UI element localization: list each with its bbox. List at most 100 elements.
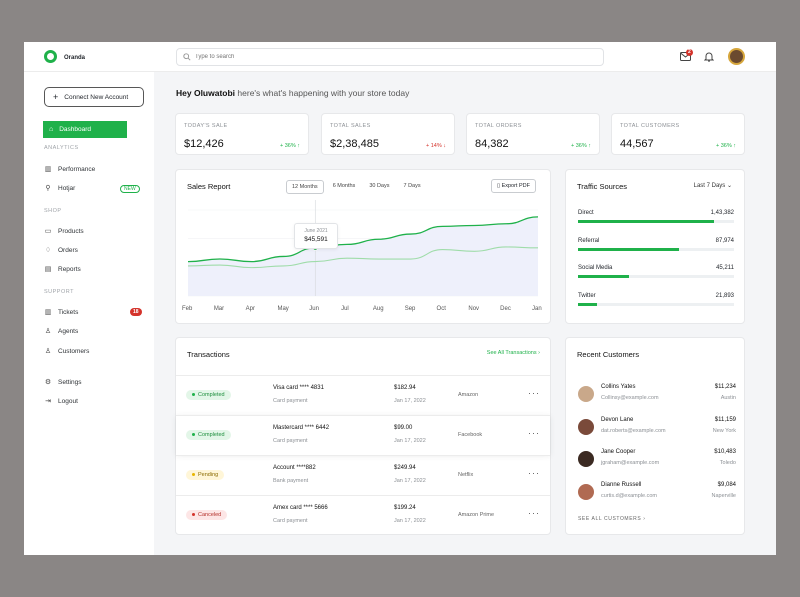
date: Jan 17, 2022 <box>394 478 426 484</box>
customer-name: Collins Yates <box>601 384 636 390</box>
sidebar-item-label: Products <box>58 227 84 235</box>
range-dropdown[interactable]: Last 7 Days ⌄ <box>694 182 732 189</box>
more-icon[interactable]: ··· <box>528 388 540 398</box>
see-all-label: See All Transactions <box>486 350 537 356</box>
traffic-sources-card: Traffic Sources Last 7 Days ⌄ Direct 1,43… <box>565 169 745 324</box>
plus-icon: + <box>53 92 59 102</box>
transactions-card: Transactions See All Transactions › Comp… <box>175 337 551 535</box>
sidebar-item-agents[interactable]: ♙ Agents <box>44 327 78 336</box>
status-label: Completed <box>198 392 225 398</box>
sidebar-item-reports[interactable]: ▤ Reports <box>44 265 81 274</box>
folder-icon: ▭ <box>44 228 52 235</box>
sidebar-item-label: Hotjar <box>58 184 76 192</box>
sidebar-item-orders[interactable]: ♢ Orders <box>44 246 78 255</box>
x-tick-label: Apr <box>245 306 255 312</box>
x-tick-label: Nov <box>468 306 480 312</box>
connect-account-label: Connect New Account <box>64 93 129 101</box>
range-dropdown-label: Last 7 Days <box>693 183 726 189</box>
search-box[interactable] <box>176 48 604 66</box>
stat-change: + 14% ↓ <box>426 143 446 149</box>
list-item[interactable]: Devon Lane dat.roberts@example.com $11,159… <box>578 417 736 447</box>
user-avatar[interactable] <box>728 48 745 65</box>
gear-icon: ⚙ <box>44 379 52 386</box>
x-tick-label: Aug <box>372 306 384 312</box>
more-icon[interactable]: ··· <box>528 468 540 478</box>
sidebar-item-customers[interactable]: ♙ Customers <box>44 347 90 356</box>
sidebar-item-tickets[interactable]: ▥ Tickets <box>44 308 79 317</box>
stat-change: + 36% ↑ <box>716 143 736 149</box>
source-value: 87,974 <box>715 237 734 244</box>
bell-icon: ♢ <box>44 247 52 254</box>
users-icon: ♙ <box>44 348 52 355</box>
customer-city: Toledo <box>719 460 736 466</box>
status-dot <box>192 393 195 397</box>
stat-label: TOTAL SALES <box>330 123 371 129</box>
hotjar-icon: ⚲ <box>45 185 51 192</box>
customer-amount: $11,159 <box>714 416 736 423</box>
table-row[interactable]: Completed Visa card **** 4831 Card payment… <box>176 375 550 415</box>
x-tick-label: Oct <box>436 306 446 312</box>
sidebar-item-performance[interactable]: ▥ Performance <box>44 165 96 174</box>
sidebar-item-logout[interactable]: ⇥ Logout <box>44 397 78 406</box>
list-item[interactable]: Dianne Russell curtis.d@example.com $9,084… <box>578 482 736 512</box>
list-item[interactable]: Jane Cooper jgraham@example.com $10,483 Tol… <box>578 449 736 479</box>
stat-change: + 36% ↑ <box>280 143 300 149</box>
customer-city: New York <box>712 427 736 434</box>
bell-icon[interactable] <box>704 51 714 62</box>
sidebar-item-dashboard[interactable]: ⌂ Dashboard <box>43 121 127 138</box>
table-row[interactable]: Pending Account ****882 Bank payment $249.9… <box>176 455 550 495</box>
greeting-name: Hey Oluwatobi <box>176 88 236 98</box>
stat-value: $2,38,485 <box>330 138 379 150</box>
traffic-sources-title: Traffic Sources <box>577 182 628 191</box>
more-icon[interactable]: ··· <box>528 508 540 518</box>
stat-change-value: + 14% <box>425 143 442 149</box>
new-tag: NEW <box>120 185 140 193</box>
status-dot <box>192 433 195 437</box>
source-bar-track <box>578 247 734 251</box>
merchant: Netflix <box>458 472 474 478</box>
customer-amount: $10,483 <box>714 449 736 455</box>
chevron-down-icon: ⌄ <box>726 183 732 189</box>
date: Jan 17, 2022 <box>394 398 426 404</box>
chevron-right-icon: › <box>538 350 540 356</box>
source-name: Direct <box>578 210 594 216</box>
bar-chart-icon: ▥ <box>44 309 52 316</box>
sales-report-card: Sales Report 12 Months 6 Months 30 Days … <box>175 169 551 324</box>
list-item[interactable]: Collins Yates Collinsy@example.com $11,234… <box>578 384 736 414</box>
payment-method: Amex card **** 5666 <box>273 505 328 511</box>
sidebar-item-hotjar[interactable]: ⚲ Hotjar <box>44 184 76 193</box>
tickets-count-badge: 18 <box>130 308 142 316</box>
chevron-right-icon: › <box>643 516 646 522</box>
sidebar-item-label: Settings <box>58 378 82 386</box>
status-badge: Completed <box>186 390 231 400</box>
chart-tooltip: June 2021 $45,591 <box>294 223 338 249</box>
report-icon: ▤ <box>44 266 52 273</box>
search-input[interactable] <box>195 51 595 63</box>
sidebar-item-settings[interactable]: ⚙ Settings <box>44 378 82 387</box>
sales-chart <box>187 200 539 297</box>
arrow-up-icon: ↑ <box>733 143 736 149</box>
see-all-customers-link[interactable]: SEE ALL CUSTOMERS › <box>578 516 646 522</box>
logout-icon: ⇥ <box>45 398 51 405</box>
stat-card: TOTAL SALES $2,38,485 + 14% ↓ <box>321 113 455 155</box>
customer-name: Dianne Russell <box>601 481 642 488</box>
status-dot <box>192 473 195 477</box>
transactions-title: Transactions <box>187 350 230 359</box>
stat-card: TOTAL ORDERS 84,382 + 36% ↑ <box>466 113 600 155</box>
stat-change-value: + 36% <box>715 143 732 149</box>
see-all-transactions-link[interactable]: See All Transactions › <box>487 350 540 356</box>
x-tick-label: Jul <box>341 306 349 312</box>
table-row[interactable]: Completed Mastercard **** 6442 Card paymen… <box>176 415 550 455</box>
merchant: Facebook <box>458 432 483 438</box>
connect-account-button[interactable]: + Connect New Account <box>44 87 144 107</box>
sidebar-item-label: Performance <box>58 165 96 173</box>
arrow-up-icon: ↑ <box>297 143 300 149</box>
x-tick-label: Mar <box>213 306 225 312</box>
more-icon[interactable]: ··· <box>528 428 540 438</box>
date: Jan 17, 2022 <box>394 438 426 444</box>
sidebar-item-label: Orders <box>58 246 78 254</box>
source-bar-fill <box>578 275 630 278</box>
table-row[interactable]: Canceled Amex card **** 5666 Card payment $… <box>176 495 550 535</box>
sidebar-item-products[interactable]: ▭ Products <box>44 227 84 236</box>
stat-card: TODAY'S SALE $12,426 + 36% ↑ <box>175 113 309 155</box>
